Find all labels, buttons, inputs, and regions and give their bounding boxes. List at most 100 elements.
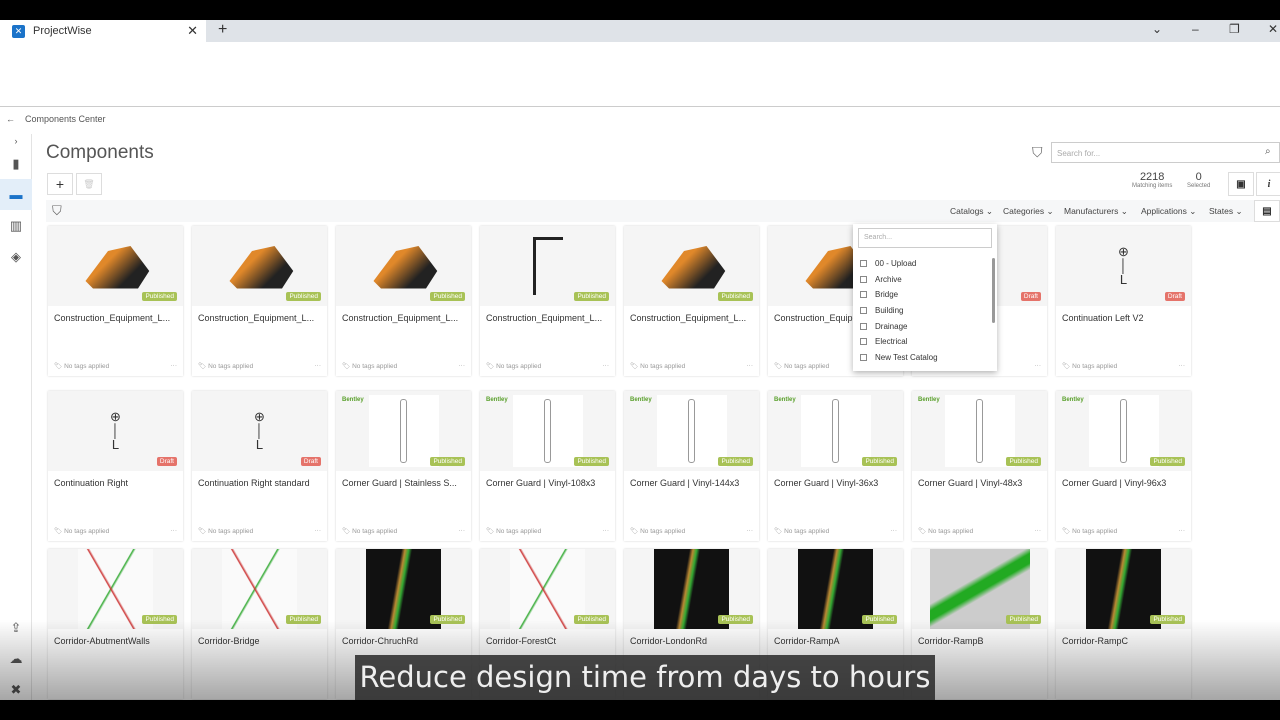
more-options-button[interactable]: ··· [1035,527,1042,535]
checkbox[interactable] [860,275,867,283]
component-thumbnail: Published [192,549,327,629]
component-thumbnail: Published [192,226,327,306]
more-options-button[interactable]: ··· [171,362,178,370]
component-card[interactable]: ⊕ │ L Draft Continuation Right 🏷 No tags appl… [48,391,183,541]
brand-label: Bentley [486,397,508,403]
more-options-button[interactable]: ··· [1179,527,1186,535]
component-thumbnail: Bentley Published [912,391,1047,471]
more-options-button[interactable]: ··· [459,527,466,535]
video-caption: Reduce design time from days to hours [355,655,935,700]
component-thumbnail: Bentley Published [768,391,903,471]
more-options-button[interactable]: ··· [1179,362,1186,370]
save-filter-button[interactable]: ▤ [1254,200,1280,222]
state-badge: Published [718,292,753,301]
catalog-search-input[interactable]: Search... [858,228,992,248]
components-icon[interactable]: ▬ [0,179,32,210]
delete-button[interactable]: 🗑 [76,173,102,195]
component-card[interactable]: ⊕ │ L Draft Continuation Left V2 🏷 No tags ap… [1056,226,1191,376]
tags-text: No tags applied [352,528,398,535]
checkbox[interactable] [860,307,867,315]
states-filter[interactable]: States ⌄ [1209,206,1243,217]
component-card[interactable]: Published Construction_Equipment_L... 🏷 No… [48,226,183,376]
checkbox[interactable] [860,338,867,346]
close-window-icon[interactable]: ✕ [1268,22,1278,36]
component-thumbnail: ⊕ │ L Draft [48,391,183,471]
new-tab-button[interactable]: + [218,21,227,39]
search-icon[interactable]: ⌕ [1265,146,1271,157]
option-label: Bridge [875,290,899,300]
more-options-button[interactable]: ··· [1035,362,1042,370]
checkbox[interactable] [860,260,867,268]
symbol-image: ⊕ │ L [110,409,121,452]
tags-text: No tags applied [208,528,254,535]
component-thumbnail: Published [480,549,615,629]
catalog-option[interactable]: Bridge [853,287,997,303]
component-name: Corner Guard | Vinyl-108x3 [486,478,596,488]
more-options-button[interactable]: ··· [603,527,610,535]
more-options-button[interactable]: ··· [315,527,322,535]
expand-chevron-icon[interactable]: › [0,134,32,148]
card-footer: 🏷 No tags applied ··· [918,527,1041,535]
component-card[interactable]: Bentley Published Corner Guard | Stainless… [336,391,471,541]
reports-icon[interactable]: ▥ [0,210,32,241]
maximize-icon[interactable]: ❐ [1229,22,1240,36]
component-card[interactable]: Published Construction_Equipment_L... 🏷 No… [480,226,615,376]
export-excel-button[interactable]: ▣ [1228,172,1254,196]
more-options-button[interactable]: ··· [315,362,322,370]
browser-tab[interactable]: ✕ ProjectWise ✕ [0,20,206,42]
component-card[interactable]: Published Construction_Equipment_L... 🏷 No… [336,226,471,376]
more-options-button[interactable]: ··· [747,527,754,535]
more-options-button[interactable]: ··· [171,527,178,535]
catalog-option[interactable]: Drainage [853,318,997,334]
tag-icon: 🏷 [486,528,495,535]
brand-label: Bentley [918,397,940,403]
filter-icon[interactable]: ⛉ [1032,144,1043,161]
breadcrumb: ← Components Center [6,114,106,124]
more-options-button[interactable]: ··· [459,362,466,370]
tags-text: No tags applied [784,528,830,535]
catalog-option[interactable]: New Test Catalog [853,350,997,366]
manufacturers-filter[interactable]: Manufacturers ⌄ [1064,206,1128,217]
categories-filter[interactable]: Categories ⌄ [1003,206,1054,217]
catalog-option[interactable]: Building [853,303,997,319]
checkbox[interactable] [860,322,867,330]
search-input[interactable]: Search for... [1051,142,1280,163]
component-card[interactable]: Bentley Published Corner Guard | Vinyl-48x… [912,391,1047,541]
dropdown-scrollbar[interactable] [992,258,995,323]
more-options-button[interactable]: ··· [747,362,754,370]
catalog-option[interactable]: Electrical [853,334,997,350]
tags-text: No tags applied [1072,363,1118,370]
checkbox[interactable] [860,291,867,299]
component-name: Continuation Left V2 [1062,313,1144,323]
back-arrow-icon[interactable]: ← [6,114,15,124]
close-tab-button[interactable]: ✕ [187,23,198,39]
component-name: Continuation Right [54,478,129,488]
breadcrumb-label[interactable]: Components Center [25,114,106,124]
add-button[interactable]: + [47,173,73,195]
component-card[interactable]: Bentley Published Corner Guard | Vinyl-36x… [768,391,903,541]
symbol-image: ⊕ │ L [254,409,265,452]
checkbox[interactable] [860,353,867,361]
corner-guard-image [800,395,871,467]
tags-icon[interactable]: ◈ [0,241,32,272]
tag-icon: 🏷 [1062,363,1071,370]
minimize-icon[interactable]: – [1192,22,1199,36]
card-footer: 🏷 No tags applied ··· [342,362,465,370]
catalog-option[interactable]: 00 - Upload [853,256,997,272]
component-card[interactable]: Published Construction_Equipment_L... 🏷 No… [624,226,759,376]
component-card[interactable]: Bentley Published Corner Guard | Vinyl-108… [480,391,615,541]
info-button[interactable]: i [1256,172,1280,196]
component-card[interactable]: Bentley Published Corner Guard | Vinyl-96x… [1056,391,1191,541]
catalogs-filter[interactable]: Catalogs ⌄ [950,206,993,217]
more-options-button[interactable]: ··· [891,527,898,535]
tab-list-icon[interactable]: ⌄ [1152,22,1162,36]
more-options-button[interactable]: ··· [603,362,610,370]
equipment-image [661,246,726,289]
component-card[interactable]: ⊕ │ L Draft Continuation Right standard 🏷 No … [192,391,327,541]
catalog-icon[interactable]: ▮ [0,148,32,179]
filter-icon[interactable]: ⛉ [52,203,62,219]
component-card[interactable]: Published Construction_Equipment_L... 🏷 No… [192,226,327,376]
applications-filter[interactable]: Applications ⌄ [1141,206,1196,217]
catalog-option[interactable]: Archive [853,272,997,288]
component-card[interactable]: Bentley Published Corner Guard | Vinyl-144… [624,391,759,541]
